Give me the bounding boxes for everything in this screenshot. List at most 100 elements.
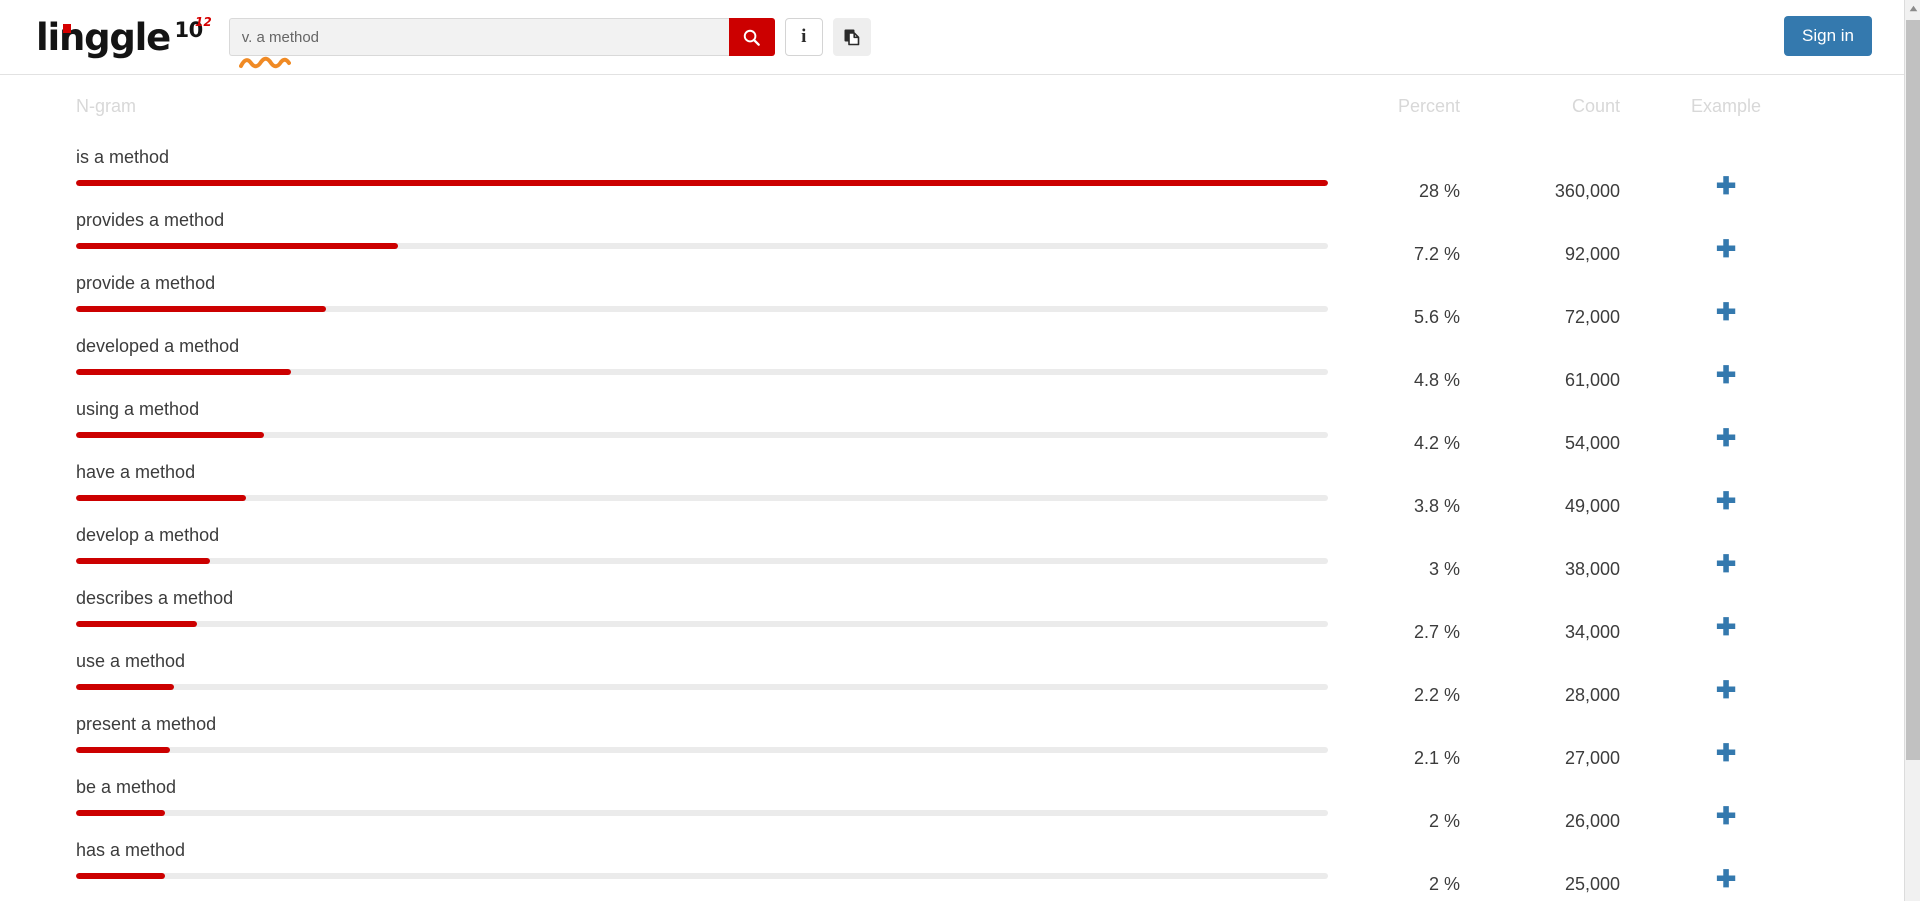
search-icon [744, 29, 761, 46]
ngram-label[interactable]: is a method [76, 146, 1260, 168]
plus-icon[interactable]: ✚ [1716, 616, 1736, 640]
example-cell: ✚ [1620, 137, 1810, 199]
example-cell: ✚ [1620, 389, 1810, 451]
table-row[interactable]: has a method 2 % 25,000 ✚ [0, 830, 1904, 894]
frequency-bar-fill [76, 306, 327, 312]
page: linggle 10 12 i [0, 0, 1920, 901]
scroll-up-button[interactable] [1905, 0, 1920, 17]
plus-icon[interactable]: ✚ [1716, 742, 1736, 766]
app-header: linggle 10 12 i [0, 0, 1904, 75]
plus-icon[interactable]: ✚ [1716, 868, 1736, 892]
ngram-label[interactable]: be a method [76, 776, 1260, 798]
ngram-label[interactable]: provides a method [76, 209, 1260, 231]
ngram-label[interactable]: has a method [76, 839, 1260, 861]
frequency-bar-track [76, 180, 1328, 186]
count-value: 360,000 [1554, 181, 1620, 201]
ngram-cell: develop a method [0, 515, 1328, 564]
frequency-bar-fill [76, 558, 211, 564]
frequency-bar-fill [76, 810, 166, 816]
frequency-bar-fill [76, 873, 166, 879]
ngram-label[interactable]: use a method [76, 650, 1260, 672]
percent-value: 28 % [1418, 181, 1460, 201]
plus-icon[interactable]: ✚ [1716, 238, 1736, 262]
ngram-label[interactable]: developed a method [76, 335, 1260, 357]
percent-value: 2.7 % [1413, 622, 1460, 642]
ngram-cell: present a method [0, 704, 1328, 753]
count-value: 92,000 [1564, 244, 1620, 264]
frequency-bar-track [76, 243, 1328, 249]
count-value: 61,000 [1564, 370, 1620, 390]
search-input[interactable] [228, 18, 729, 56]
plus-icon[interactable]: ✚ [1716, 364, 1736, 388]
frequency-bar-track [76, 432, 1328, 438]
percent-value: 2 % [1428, 874, 1460, 894]
count-value: 28,000 [1564, 685, 1620, 705]
ngram-cell: be a method [0, 767, 1328, 816]
percent-value: 3.8 % [1413, 496, 1460, 516]
table-row[interactable]: use a method 2.2 % 28,000 ✚ [0, 641, 1904, 705]
copy-documents-icon [844, 29, 860, 46]
plus-icon[interactable]: ✚ [1716, 679, 1736, 703]
frequency-bar-fill [76, 747, 170, 753]
frequency-bar-track [76, 684, 1328, 690]
table-row[interactable]: developed a method 4.8 % 61,000 ✚ [0, 326, 1904, 390]
table-row[interactable]: using a method 4.2 % 54,000 ✚ [0, 389, 1904, 453]
example-cell: ✚ [1620, 767, 1810, 829]
ngram-cell: developed a method [0, 326, 1328, 375]
ngram-label[interactable]: describes a method [76, 587, 1260, 609]
column-header-ngram: N-gram [76, 95, 137, 116]
table-row[interactable]: be a method 2 % 26,000 ✚ [0, 767, 1904, 831]
table-row[interactable]: provides a method 7.2 % 92,000 ✚ [0, 200, 1904, 264]
info-button[interactable]: i [784, 18, 823, 56]
column-header-percent: Percent [1397, 95, 1460, 116]
plus-icon[interactable]: ✚ [1716, 175, 1736, 199]
plus-icon[interactable]: ✚ [1716, 427, 1736, 451]
percent-value: 7.2 % [1413, 244, 1460, 264]
percent-value: 2.1 % [1413, 748, 1460, 768]
ngram-label[interactable]: present a method [76, 713, 1260, 735]
info-button-label: i [801, 26, 807, 47]
table-row[interactable]: have a method 3.8 % 49,000 ✚ [0, 452, 1904, 516]
table-row[interactable]: present a method 2.1 % 27,000 ✚ [0, 704, 1904, 768]
table-row[interactable]: describes a method 2.7 % 34,000 ✚ [0, 578, 1904, 642]
plus-icon[interactable]: ✚ [1716, 553, 1736, 577]
copy-button[interactable] [832, 18, 871, 56]
ngram-cell: describes a method [0, 578, 1328, 627]
ngram-cell: have a method [0, 452, 1328, 501]
frequency-bar-fill [76, 180, 1328, 186]
column-header-example: Example [1690, 95, 1762, 116]
table-row[interactable]: is a method 28 % 360,000 ✚ [0, 137, 1904, 201]
scrollbar-thumb[interactable] [1906, 20, 1920, 760]
count-value: 27,000 [1564, 748, 1620, 768]
ngram-label[interactable]: provide a method [76, 272, 1260, 294]
plus-icon[interactable]: ✚ [1716, 490, 1736, 514]
linggle-logo[interactable]: linggle 10 12 [36, 16, 212, 56]
logo-i-dot [63, 23, 71, 33]
vertical-scrollbar[interactable] [1904, 0, 1920, 901]
table-row[interactable]: develop a method 3 % 38,000 ✚ [0, 515, 1904, 579]
ngram-cell: using a method [0, 389, 1328, 438]
sign-in-button[interactable]: Sign in [1784, 16, 1872, 56]
example-cell: ✚ [1620, 704, 1810, 766]
caret-up-icon [1909, 5, 1917, 12]
ngram-label[interactable]: using a method [76, 398, 1260, 420]
example-cell: ✚ [1620, 452, 1810, 514]
percent-value: 2 % [1428, 811, 1460, 831]
table-row[interactable]: provide a method 5.6 % 72,000 ✚ [0, 263, 1904, 327]
ngram-label[interactable]: develop a method [76, 524, 1260, 546]
ngram-cell: use a method [0, 641, 1328, 690]
example-cell: ✚ [1620, 578, 1810, 640]
search-button[interactable] [728, 18, 775, 56]
spellcheck-squiggle-icon [238, 56, 291, 69]
percent-value: 2.2 % [1413, 685, 1460, 705]
column-header-count: Count [1571, 95, 1620, 116]
count-value: 54,000 [1564, 433, 1620, 453]
ngram-label[interactable]: have a method [76, 461, 1260, 483]
plus-icon[interactable]: ✚ [1716, 301, 1736, 325]
example-cell: ✚ [1620, 326, 1810, 388]
frequency-bar-fill [76, 684, 175, 690]
frequency-bar-fill [76, 243, 398, 249]
percent-value: 3 % [1428, 559, 1460, 579]
plus-icon[interactable]: ✚ [1716, 805, 1736, 829]
frequency-bar-track [76, 873, 1328, 879]
